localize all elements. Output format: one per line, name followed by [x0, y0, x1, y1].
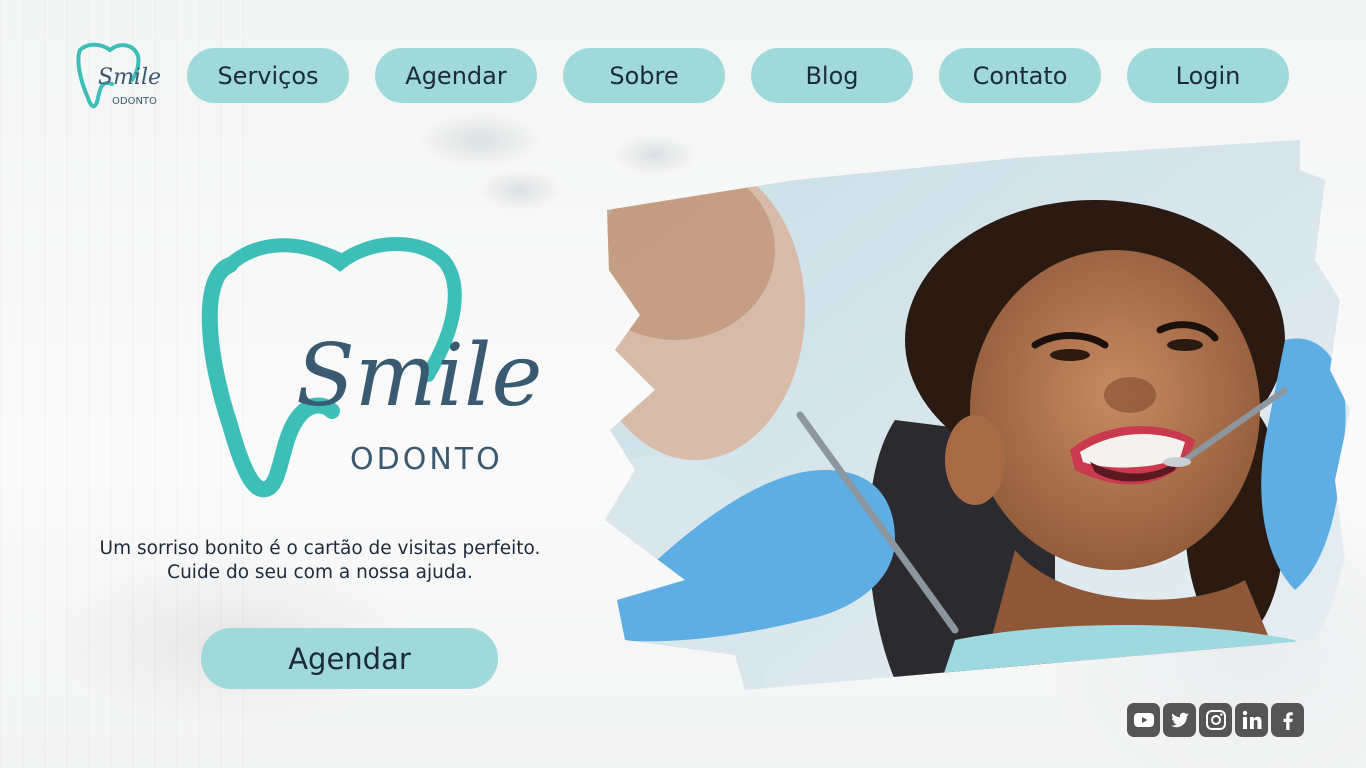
header-logo-name: Smile	[98, 65, 161, 90]
linkedin-icon[interactable]	[1235, 703, 1268, 737]
tagline-line-2: Cuide do seu com a nossa ajuda.	[167, 562, 473, 583]
header-logo-subtitle: ODONTO	[112, 96, 157, 107]
hero-tagline: Um sorriso bonito é o cartão de visitas …	[70, 537, 570, 585]
twitter-icon[interactable]	[1163, 703, 1196, 737]
facebook-icon[interactable]	[1271, 703, 1304, 737]
hero-photo	[605, 140, 1350, 690]
hero-logo-name: Smile	[296, 326, 542, 426]
instagram-icon[interactable]	[1199, 703, 1232, 737]
tagline-line-1: Um sorriso bonito é o cartão de visitas …	[99, 538, 541, 559]
nav-contato-button[interactable]: Contato	[939, 48, 1101, 103]
nav-blog-button[interactable]: Blog	[751, 48, 913, 103]
hero-logo: Smile ODONTO	[201, 237, 542, 498]
youtube-icon[interactable]	[1127, 703, 1160, 737]
main-nav: Serviços Agendar Sobre Blog Contato Logi…	[187, 48, 1289, 103]
header-logo[interactable]: Smile ODONTO	[72, 40, 168, 112]
hero-logo-subtitle: ODONTO	[350, 442, 503, 477]
nav-login-button[interactable]: Login	[1127, 48, 1289, 103]
nav-sobre-button[interactable]: Sobre	[563, 48, 725, 103]
nav-servicos-button[interactable]: Serviços	[187, 48, 349, 103]
hero-agendar-button[interactable]: Agendar	[201, 628, 498, 689]
nav-agendar-button[interactable]: Agendar	[375, 48, 537, 103]
social-links	[1127, 703, 1304, 737]
